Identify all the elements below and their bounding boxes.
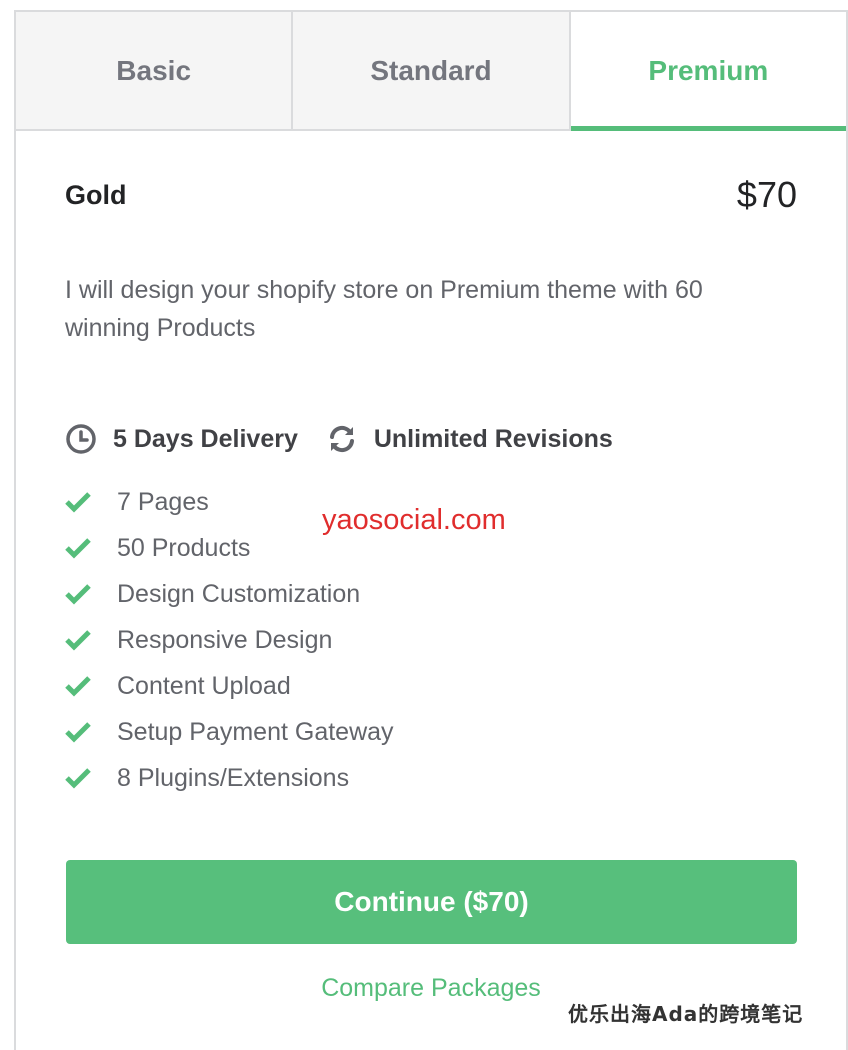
feature-label: Content Upload <box>117 671 291 700</box>
check-icon <box>65 491 117 513</box>
package-content: Gold $70 I will design your shopify stor… <box>16 174 846 801</box>
tab-premium[interactable]: Premium <box>570 12 847 131</box>
package-meta: 5 Days Delivery Unlimited Revisions <box>65 423 797 455</box>
list-item: Responsive Design <box>65 617 797 663</box>
revisions-info: Unlimited Revisions <box>326 423 613 455</box>
tab-standard[interactable]: Standard <box>293 12 571 129</box>
clock-icon <box>66 424 96 454</box>
delivery-label: 5 Days Delivery <box>113 424 298 453</box>
author-watermark: 优乐出海Ada的跨境笔记 <box>568 1002 804 1026</box>
feature-label: Setup Payment Gateway <box>117 717 394 746</box>
feature-label: Responsive Design <box>117 625 333 654</box>
list-item: Content Upload <box>65 663 797 709</box>
list-item: Design Customization <box>65 571 797 617</box>
list-item: Setup Payment Gateway <box>65 709 797 755</box>
list-item: 8 Plugins/Extensions <box>65 755 797 801</box>
package-price: $70 <box>736 174 797 215</box>
feature-label: Design Customization <box>117 579 361 608</box>
check-icon <box>65 675 117 697</box>
delivery-info: 5 Days Delivery <box>65 423 298 455</box>
check-icon <box>65 721 117 743</box>
feature-label: 7 Pages <box>117 487 209 516</box>
package-name: Gold <box>65 179 127 210</box>
site-watermark: yaosocial.com <box>322 504 506 536</box>
feature-label: 8 Plugins/Extensions <box>117 763 350 792</box>
revisions-label: Unlimited Revisions <box>373 424 613 453</box>
refresh-icon <box>329 425 354 453</box>
check-icon <box>65 537 117 559</box>
check-icon <box>65 583 117 605</box>
feature-label: 50 Products <box>117 533 251 562</box>
package-header: Gold $70 <box>65 174 797 215</box>
tab-basic[interactable]: Basic <box>16 12 294 129</box>
continue-button[interactable]: Continue ($70) <box>66 860 797 944</box>
check-icon <box>65 767 117 789</box>
package-tabs: Basic Standard Premium <box>16 12 847 131</box>
check-icon <box>65 629 117 651</box>
package-description: I will design your shopify store on Prem… <box>65 276 703 342</box>
